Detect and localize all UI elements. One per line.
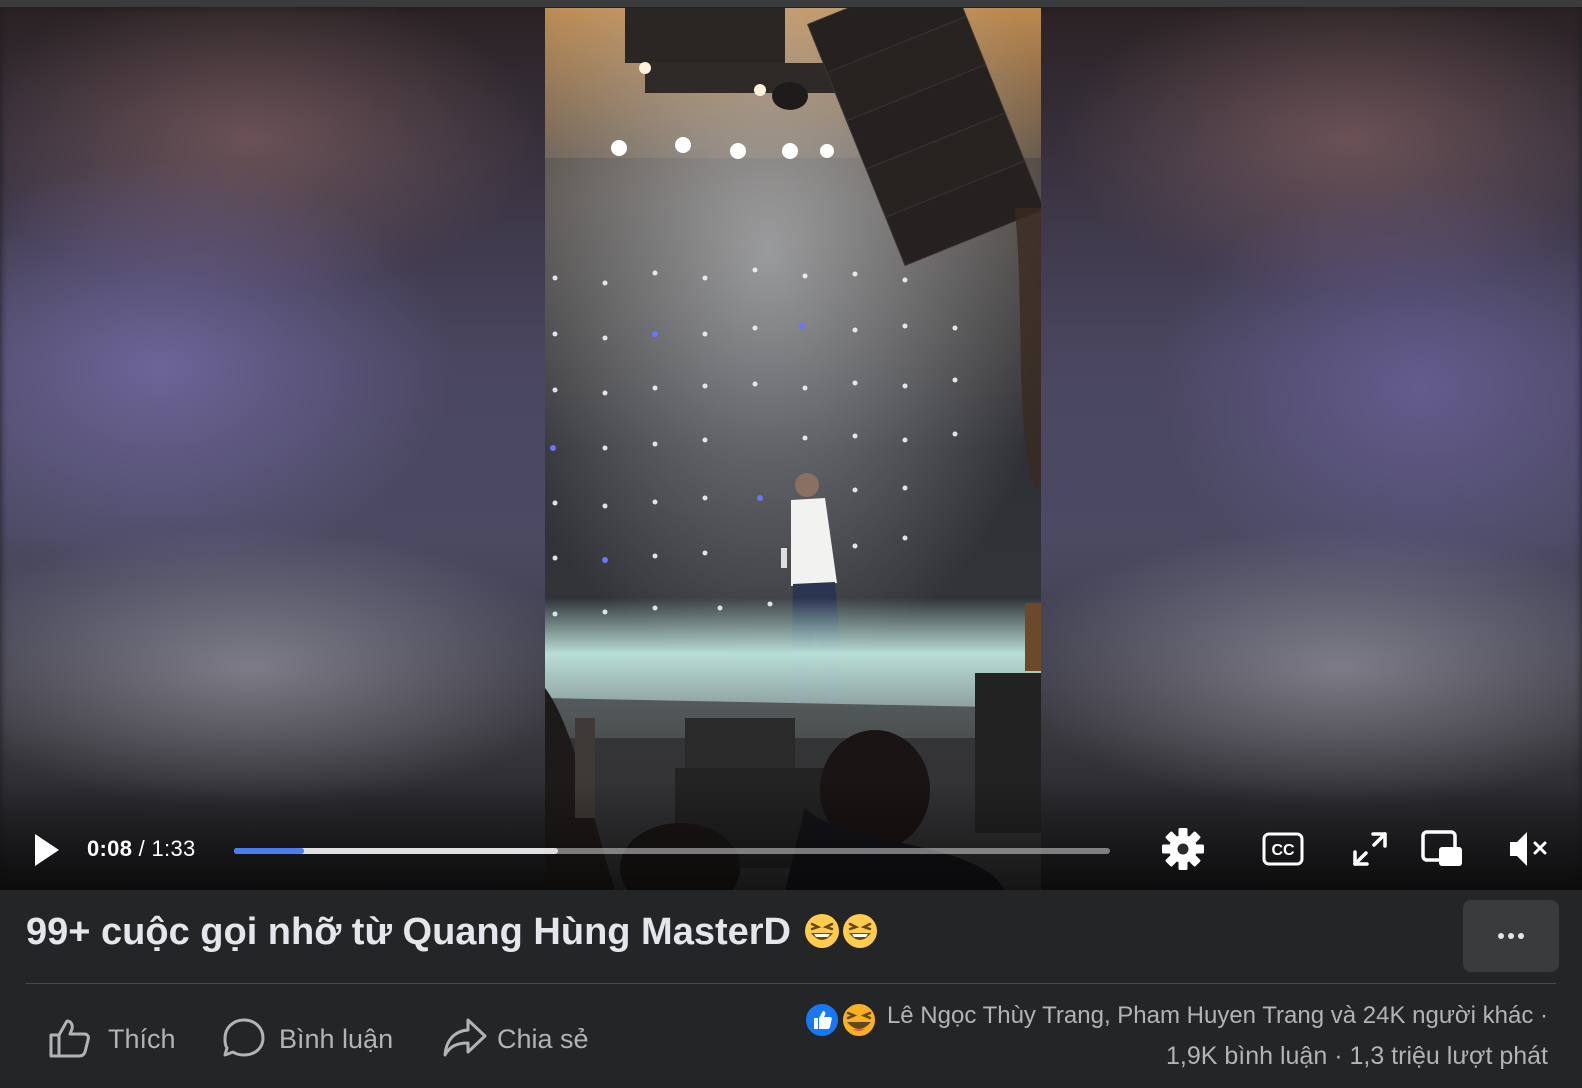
picture-in-picture-button[interactable] (1420, 827, 1464, 871)
picture-in-picture-icon (1421, 830, 1462, 866)
divider (26, 983, 1556, 984)
settings-button[interactable] (1161, 827, 1205, 871)
separator-dot: · (1540, 1002, 1548, 1029)
like-button[interactable]: Thích (48, 1013, 188, 1063)
progress-bar[interactable] (234, 848, 1110, 854)
reaction-icons-image (804, 1002, 877, 1038)
reactors-text: Lê Ngọc Thùy Trang, Pham Huyen Trang và … (886, 1002, 1534, 1029)
reactors-line[interactable]: Lê Ngọc Thùy Trang, Pham Huyen Trang và … (887, 1002, 1548, 1042)
play-button[interactable] (30, 831, 64, 869)
comments-count[interactable]: 1,9K bình luận (1166, 1042, 1327, 1070)
concert-stage-image (545, 8, 1041, 890)
haha-reaction-icon (841, 1002, 877, 1038)
duration: 1:33 (151, 836, 196, 861)
laughing-emoji (804, 914, 839, 948)
more-dots-icon (1508, 933, 1514, 939)
separator-dot: · (1334, 1042, 1343, 1070)
top-edge-bar (0, 0, 1582, 7)
more-options-button[interactable] (1463, 900, 1559, 972)
post-header: 99+ cuộc gọi nhỡ từ Quang Hùng MasterD (26, 900, 1559, 972)
captions-button[interactable]: CC (1261, 827, 1305, 871)
fullscreen-icon (1353, 832, 1387, 866)
volume-button[interactable] (1508, 827, 1552, 871)
comment-label: Bình luận (279, 1024, 394, 1054)
views-count: 1,3 triệu lượt phát (1349, 1042, 1548, 1070)
volume-muted-icon (1510, 832, 1547, 866)
post-title: 99+ cuộc gọi nhỡ từ Quang Hùng MasterD (26, 911, 878, 954)
video-frame[interactable] (545, 8, 1041, 890)
laughing-emoji (842, 914, 877, 948)
share-label: Chia sẻ (497, 1024, 589, 1054)
captions-icon: CC (1262, 832, 1304, 866)
comment-icon (223, 1018, 265, 1057)
more-dots-icon (1518, 933, 1524, 939)
time-display: 0:08 / 1:33 (87, 836, 196, 862)
play-icon (35, 834, 59, 866)
comment-button[interactable]: Bình luận (222, 1013, 412, 1063)
more-dots-icon (1498, 933, 1504, 939)
like-label: Thích (108, 1024, 176, 1054)
like-reaction-icon (804, 1002, 840, 1038)
settings-icon (1162, 828, 1204, 870)
fullscreen-button[interactable] (1348, 827, 1392, 871)
current-time: 0:08 (87, 836, 133, 861)
svg-text:CC: CC (1271, 842, 1295, 859)
like-icon (49, 1019, 90, 1058)
stats-line: 1,9K bình luận · 1,3 triệu lượt phát (1166, 1042, 1548, 1071)
progress-played (234, 848, 305, 854)
post-title-text: 99+ cuộc gọi nhỡ từ Quang Hùng MasterD (26, 911, 791, 953)
share-icon (443, 1018, 487, 1057)
share-button[interactable]: Chia sẻ (442, 1013, 612, 1063)
time-separator: / (138, 836, 146, 861)
reaction-icons[interactable] (804, 1002, 882, 1042)
video-controls: 0:08 / 1:33 CC (0, 817, 1582, 889)
video-player[interactable]: 0:08 / 1:33 CC (0, 7, 1582, 890)
